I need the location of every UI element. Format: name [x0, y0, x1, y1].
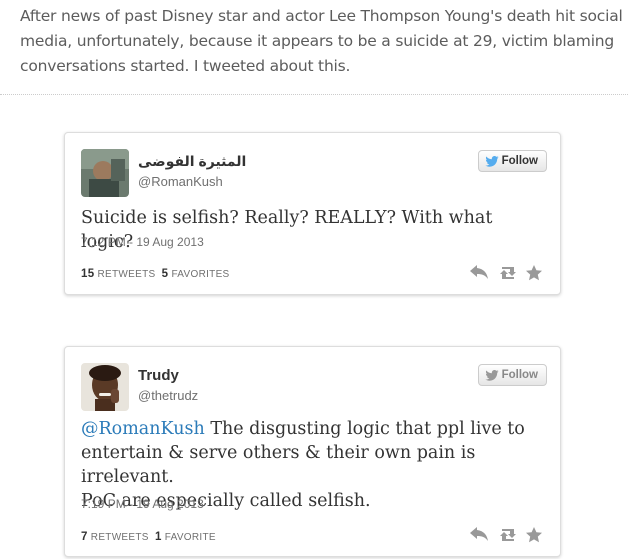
twitter-bird-icon: [484, 369, 499, 381]
tweet-timestamp[interactable]: 7:19 PM - 19 Aug 2013: [81, 497, 204, 511]
favorites-label: FAVORITE: [164, 532, 216, 543]
favorite-star-icon[interactable]: [526, 265, 544, 281]
author-handle[interactable]: @thetrudz: [138, 388, 198, 403]
follow-button[interactable]: Follow: [477, 364, 547, 386]
retweet-icon[interactable]: [498, 527, 516, 543]
tweet-timestamp[interactable]: 7:12 PM - 19 Aug 2013: [81, 235, 204, 249]
intro-paragraph: After news of past Disney star and actor…: [20, 4, 623, 79]
reply-icon[interactable]: [470, 265, 488, 281]
intro-line: After news of past Disney star and actor…: [20, 7, 623, 25]
follow-label: Follow: [501, 155, 538, 167]
intro-line: conversations started. I tweeted about t…: [20, 57, 351, 75]
author-name[interactable]: Trudy: [138, 367, 179, 384]
tweet-actions: [470, 527, 544, 543]
tweet-stats: 7 RETWEETS 1 FAVORITE: [81, 531, 216, 543]
intro-line: media, unfortunately, because it appears…: [20, 32, 615, 50]
author-handle[interactable]: @RomanKush: [138, 174, 223, 189]
author-name[interactable]: المثيرة الفوضى: [138, 153, 246, 170]
embedded-tweet: Trudy @thetrudz Follow @RomanKush The di…: [64, 346, 561, 557]
favorite-count[interactable]: 1: [155, 531, 162, 543]
tweet-stats: 15 RETWEETS 5 FAVORITES: [81, 268, 230, 280]
follow-button[interactable]: Follow: [477, 150, 547, 172]
retweet-count[interactable]: 15: [81, 268, 94, 280]
retweet-icon[interactable]: [498, 265, 516, 281]
avatar[interactable]: [81, 363, 129, 411]
favorites-label: FAVORITES: [171, 269, 230, 280]
twitter-bird-icon: [484, 155, 499, 167]
embedded-tweet: المثيرة الفوضى @RomanKush Follow Suicide…: [64, 132, 561, 295]
tweet-actions: [470, 265, 544, 281]
avatar[interactable]: [81, 149, 129, 197]
mention-link[interactable]: @RomanKush: [81, 419, 205, 439]
retweet-count[interactable]: 7: [81, 531, 88, 543]
favorite-star-icon[interactable]: [526, 527, 544, 543]
retweets-label: RETWEETS: [90, 532, 149, 543]
tweet-text-line: The disgusting logic that ppl live to: [210, 419, 525, 439]
reply-icon[interactable]: [470, 527, 488, 543]
favorite-count[interactable]: 5: [162, 268, 169, 280]
follow-label: Follow: [501, 369, 538, 381]
section-divider: [0, 94, 628, 95]
retweets-label: RETWEETS: [97, 269, 156, 280]
tweet-text-line: entertain & serve others & their own pai…: [81, 443, 476, 487]
